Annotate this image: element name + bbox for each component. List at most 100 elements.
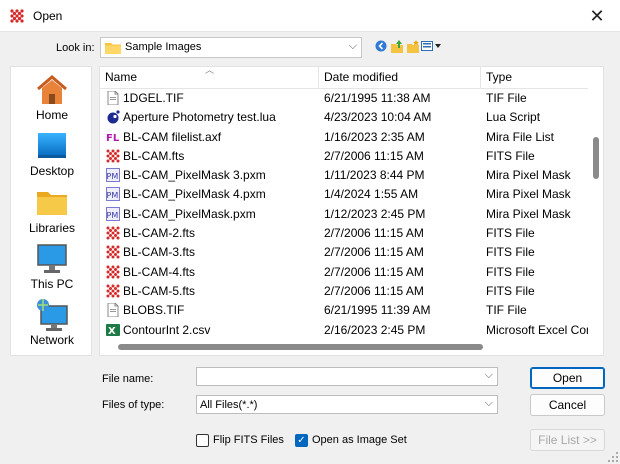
pm-file-icon: PM <box>106 187 120 202</box>
column-header-date[interactable]: Date modified <box>324 70 398 84</box>
fits-file-icon <box>106 149 120 163</box>
horizontal-scroll-thumb[interactable] <box>118 344 483 350</box>
file-date: 1/12/2023 2:45 PM <box>324 206 426 221</box>
file-type: FITS File <box>486 245 535 260</box>
file-row[interactable]: PM BL-CAM_PixelMask.pxm 1/12/2023 2:45 PM M… <box>100 205 588 224</box>
column-divider[interactable] <box>480 67 481 89</box>
file-rows: 1DGEL.TIF 6/21/1995 11:38 AM TIF File Apert… <box>100 89 588 341</box>
file-type: Mira Pixel Mask <box>486 187 571 202</box>
open-as-image-set-label: Open as Image Set <box>312 434 407 446</box>
file-type: FITS File <box>486 148 535 163</box>
file-type: TIF File <box>486 303 527 318</box>
fits-file-icon <box>106 226 120 240</box>
fl-file-icon: FL <box>106 130 120 144</box>
place-label: This PC <box>30 277 74 291</box>
flip-fits-checkbox[interactable]: Flip FITS Files <box>196 432 284 448</box>
file-type: FITS File <box>486 283 535 298</box>
file-name: BL-CAM_PixelMask 3.pxm <box>123 168 266 183</box>
place-desktop[interactable]: Desktop <box>11 129 93 178</box>
place-libraries[interactable]: Libraries <box>11 186 93 235</box>
file-date: 1/16/2023 2:35 AM <box>324 129 425 144</box>
look-in-dropdown[interactable]: Sample Images ⌵ <box>100 37 362 58</box>
back-icon[interactable] <box>373 39 389 53</box>
file-date: 6/21/1995 11:38 AM <box>324 91 431 105</box>
folder-icon <box>105 43 121 54</box>
vertical-scrollbar[interactable] <box>588 67 603 341</box>
column-header-type[interactable]: Type <box>486 70 512 84</box>
place-label: Desktop <box>29 164 75 178</box>
file-name: BL-CAM_PixelMask 4.pxm <box>123 187 266 202</box>
file-date: 2/16/2023 2:45 PM <box>324 322 426 337</box>
file-row[interactable]: BL-CAM-5.fts 2/7/2006 11:15 AM FITS File <box>100 282 588 301</box>
file-row[interactable]: BL-CAM.fts 2/7/2006 11:15 AM FITS File <box>100 147 588 166</box>
place-home[interactable]: Home <box>11 73 93 122</box>
place-label: Libraries <box>28 221 76 235</box>
checkmark-icon[interactable]: ✓ <box>295 433 308 447</box>
window-title: Open <box>33 9 63 23</box>
place-label: Home <box>35 108 68 122</box>
chevron-down-icon: ⌵ <box>484 369 493 381</box>
new-folder-icon[interactable] <box>405 39 421 53</box>
file-name: BL-CAM.fts <box>123 148 185 163</box>
file-list[interactable]: ︿ Name Date modified Type 1DGEL.TIF 6/21/… <box>99 66 604 356</box>
file-row[interactable]: BL-CAM-4.fts 2/7/2006 11:15 AM FITS File <box>100 263 588 282</box>
checkbox-unchecked[interactable] <box>196 433 209 447</box>
open-as-image-set-checkbox[interactable]: ✓ Open as Image Set <box>295 432 407 448</box>
file-row[interactable]: PM BL-CAM_PixelMask 4.pxm 1/4/2024 1:55 AM… <box>100 185 588 204</box>
file-row[interactable]: FL BL-CAM filelist.axf 1/16/2023 2:35 AM Mi… <box>100 128 588 147</box>
libraries-icon <box>37 192 67 215</box>
file-type: FITS File <box>486 264 535 279</box>
place-label: Network <box>29 333 74 347</box>
view-menu-icon[interactable] <box>421 39 443 53</box>
title-bar: Open ✕ <box>0 0 620 32</box>
file-name: 1DGEL.TIF <box>123 91 184 105</box>
look-in-value: Sample Images <box>125 41 202 53</box>
file-name: BL-CAM-5.fts <box>123 283 196 298</box>
close-button[interactable]: ✕ <box>574 0 620 32</box>
file-row[interactable]: BL-CAM-3.fts 2/7/2006 11:15 AM FITS File <box>100 243 588 262</box>
svg-text:PM: PM <box>107 211 119 220</box>
csv-file-icon: X <box>106 323 120 337</box>
file-name-input[interactable]: ⌵ <box>196 367 498 386</box>
file-row[interactable]: BLOBS.TIF 6/21/1995 11:39 AM TIF File <box>100 301 588 320</box>
file-name: BL-CAM_PixelMask.pxm <box>123 206 256 221</box>
flip-fits-label: Flip FITS Files <box>213 434 284 446</box>
file-row[interactable]: BL-CAM-2.fts 2/7/2006 11:15 AM FITS File <box>100 224 588 243</box>
file-type-label: Files of type: <box>102 399 165 411</box>
file-type: TIF File <box>486 91 527 105</box>
file-name: ContourInt 2.csv <box>123 322 211 337</box>
up-folder-icon[interactable] <box>389 39 405 53</box>
file-date: 2/7/2006 11:15 AM <box>324 264 424 279</box>
svg-text:FL: FL <box>106 133 120 144</box>
column-header-name[interactable]: Name <box>105 70 137 84</box>
file-row[interactable]: PM BL-CAM_PixelMask 3.pxm 1/11/2023 8:44 P… <box>100 166 588 185</box>
place-network[interactable]: Network <box>11 298 93 347</box>
place-this-pc[interactable]: This PC <box>11 242 93 291</box>
file-list-button[interactable]: File List >> <box>530 429 605 451</box>
close-icon: ✕ <box>589 5 605 26</box>
file-list-header: ︿ Name Date modified Type <box>100 67 588 89</box>
pm-file-icon: PM <box>106 168 120 183</box>
home-icon <box>37 75 67 104</box>
file-type: Lua Script <box>486 110 541 125</box>
file-type: Microsoft Excel Com <box>486 322 588 337</box>
file-name-label: File name: <box>102 373 154 385</box>
file-name: BL-CAM-2.fts <box>123 226 196 241</box>
cancel-button[interactable]: Cancel <box>530 394 605 416</box>
file-type-dropdown[interactable]: All Files(*.*) ⌵ <box>196 395 498 414</box>
open-button[interactable]: Open <box>530 367 605 389</box>
vertical-scroll-thumb[interactable] <box>593 137 599 179</box>
column-divider[interactable] <box>318 67 319 89</box>
fits-file-icon <box>106 245 120 259</box>
resize-grip-icon[interactable] <box>608 452 618 462</box>
file-row[interactable]: 1DGEL.TIF 6/21/1995 11:38 AM TIF File <box>100 89 588 108</box>
look-in-label: Look in: <box>56 42 95 54</box>
file-row[interactable]: X ContourInt 2.csv 2/16/2023 2:45 PM Micros… <box>100 321 588 340</box>
file-type: Mira Pixel Mask <box>486 206 571 221</box>
svg-text:X: X <box>108 326 116 337</box>
file-row[interactable]: Aperture Photometry test.lua 4/23/2023 10… <box>100 108 588 127</box>
horizontal-scrollbar[interactable] <box>100 339 603 355</box>
this-pc-icon <box>37 244 67 273</box>
file-date: 2/7/2006 11:15 AM <box>324 148 424 163</box>
chevron-down-icon: ⌵ <box>484 397 493 409</box>
